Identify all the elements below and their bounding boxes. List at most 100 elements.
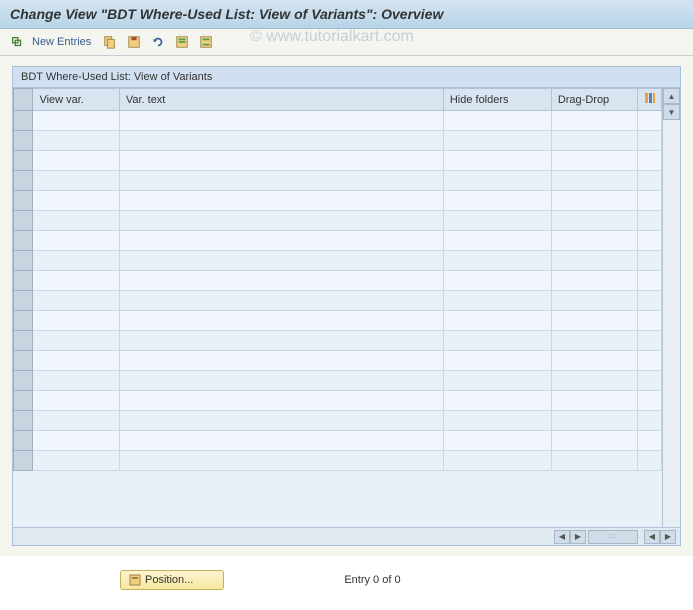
column-header-drag-drop[interactable]: Drag-Drop [551, 89, 637, 111]
cell-drag-drop[interactable] [551, 331, 637, 351]
undo-icon[interactable] [149, 33, 167, 51]
cell-hide-folders[interactable] [443, 411, 551, 431]
cell-hide-folders[interactable] [443, 191, 551, 211]
cell-hide-folders[interactable] [443, 351, 551, 371]
cell-view-var[interactable] [33, 431, 119, 451]
cell-var-text[interactable] [119, 371, 443, 391]
cell-hide-folders[interactable] [443, 211, 551, 231]
cell-var-text[interactable] [119, 391, 443, 411]
scroll-right-button-2[interactable]: ▶ [660, 530, 676, 544]
cell-hide-folders[interactable] [443, 371, 551, 391]
cell-var-text[interactable] [119, 131, 443, 151]
cell-drag-drop[interactable] [551, 431, 637, 451]
cell-drag-drop[interactable] [551, 231, 637, 251]
cell-hide-folders[interactable] [443, 331, 551, 351]
row-selector[interactable] [14, 311, 33, 331]
cell-var-text[interactable] [119, 351, 443, 371]
cell-view-var[interactable] [33, 211, 119, 231]
cell-hide-folders[interactable] [443, 291, 551, 311]
cell-view-var[interactable] [33, 111, 119, 131]
cell-var-text[interactable] [119, 171, 443, 191]
cell-var-text[interactable] [119, 191, 443, 211]
cell-drag-drop[interactable] [551, 451, 637, 471]
cell-hide-folders[interactable] [443, 231, 551, 251]
cell-drag-drop[interactable] [551, 211, 637, 231]
cell-var-text[interactable] [119, 271, 443, 291]
cell-drag-drop[interactable] [551, 311, 637, 331]
row-selector[interactable] [14, 331, 33, 351]
cell-var-text[interactable] [119, 151, 443, 171]
cell-view-var[interactable] [33, 171, 119, 191]
cell-drag-drop[interactable] [551, 191, 637, 211]
scroll-track[interactable] [663, 120, 680, 527]
row-selector[interactable] [14, 391, 33, 411]
row-selector[interactable] [14, 371, 33, 391]
row-selector[interactable] [14, 251, 33, 271]
cell-view-var[interactable] [33, 331, 119, 351]
column-header-view-var[interactable]: View var. [33, 89, 119, 111]
select-all-header[interactable] [14, 89, 33, 111]
cell-drag-drop[interactable] [551, 411, 637, 431]
scroll-right-button[interactable]: ▶ [570, 530, 586, 544]
cell-view-var[interactable] [33, 191, 119, 211]
new-entries-button[interactable]: New Entries [32, 36, 91, 48]
cell-view-var[interactable] [33, 371, 119, 391]
cell-var-text[interactable] [119, 451, 443, 471]
row-selector[interactable] [14, 231, 33, 251]
cell-drag-drop[interactable] [551, 351, 637, 371]
row-selector[interactable] [14, 151, 33, 171]
scroll-left-button[interactable]: ◀ [554, 530, 570, 544]
cell-view-var[interactable] [33, 451, 119, 471]
scroll-up-button[interactable]: ▲ [663, 88, 680, 104]
cell-hide-folders[interactable] [443, 311, 551, 331]
row-selector[interactable] [14, 291, 33, 311]
cell-drag-drop[interactable] [551, 391, 637, 411]
cell-hide-folders[interactable] [443, 171, 551, 191]
cell-hide-folders[interactable] [443, 391, 551, 411]
copy-icon[interactable] [101, 33, 119, 51]
table-config-icon[interactable] [638, 89, 662, 111]
cell-view-var[interactable] [33, 311, 119, 331]
cell-hide-folders[interactable] [443, 451, 551, 471]
cell-hide-folders[interactable] [443, 151, 551, 171]
cell-drag-drop[interactable] [551, 271, 637, 291]
row-selector[interactable] [14, 431, 33, 451]
row-selector[interactable] [14, 211, 33, 231]
scroll-down-button[interactable]: ▼ [663, 104, 680, 120]
cell-view-var[interactable] [33, 271, 119, 291]
cell-drag-drop[interactable] [551, 291, 637, 311]
row-selector[interactable] [14, 131, 33, 151]
cell-drag-drop[interactable] [551, 111, 637, 131]
scroll-thumb[interactable]: ::: [588, 530, 638, 544]
vertical-scrollbar[interactable]: ▲ ▼ [662, 88, 680, 527]
cell-view-var[interactable] [33, 151, 119, 171]
cell-var-text[interactable] [119, 211, 443, 231]
select-icon[interactable] [173, 33, 191, 51]
cell-var-text[interactable] [119, 411, 443, 431]
cell-var-text[interactable] [119, 431, 443, 451]
deselect-icon[interactable] [197, 33, 215, 51]
cell-hide-folders[interactable] [443, 271, 551, 291]
cell-drag-drop[interactable] [551, 371, 637, 391]
cell-view-var[interactable] [33, 391, 119, 411]
row-selector[interactable] [14, 411, 33, 431]
save-icon[interactable] [125, 33, 143, 51]
cell-var-text[interactable] [119, 111, 443, 131]
row-selector[interactable] [14, 271, 33, 291]
cell-var-text[interactable] [119, 251, 443, 271]
cell-var-text[interactable] [119, 331, 443, 351]
cell-hide-folders[interactable] [443, 131, 551, 151]
row-selector[interactable] [14, 451, 33, 471]
cell-drag-drop[interactable] [551, 151, 637, 171]
row-selector[interactable] [14, 351, 33, 371]
cell-var-text[interactable] [119, 291, 443, 311]
cell-hide-folders[interactable] [443, 111, 551, 131]
cell-view-var[interactable] [33, 291, 119, 311]
row-selector[interactable] [14, 191, 33, 211]
cell-view-var[interactable] [33, 411, 119, 431]
cell-hide-folders[interactable] [443, 251, 551, 271]
column-header-hide-folders[interactable]: Hide folders [443, 89, 551, 111]
toggle-icon[interactable] [8, 33, 26, 51]
cell-var-text[interactable] [119, 231, 443, 251]
cell-drag-drop[interactable] [551, 131, 637, 151]
